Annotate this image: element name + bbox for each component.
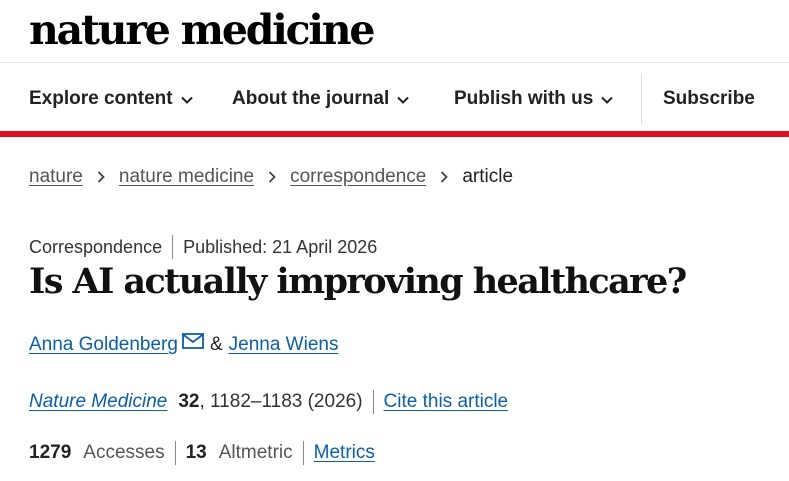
breadcrumb: nature nature medicine correspondence ar… xyxy=(29,164,513,190)
accent-rule xyxy=(0,131,789,137)
breadcrumb-current: article xyxy=(462,166,514,187)
chevron-right-icon xyxy=(97,171,105,183)
altmetric-label: Altmetric xyxy=(218,442,293,463)
chevron-down-icon xyxy=(601,96,614,104)
article-type: Correspondence xyxy=(29,236,163,257)
cite-this-article-link[interactable]: Cite this article xyxy=(384,391,509,413)
breadcrumb-nature-medicine[interactable]: nature medicine xyxy=(119,166,254,188)
nav-publish-with-us[interactable]: Publish with us xyxy=(454,64,614,134)
chevron-down-icon xyxy=(397,96,409,104)
nav-publish-with-us-label: Publish with us xyxy=(454,88,594,109)
author-link-goldenberg[interactable]: Anna Goldenberg xyxy=(29,334,178,356)
accesses-label: Accesses xyxy=(83,442,165,463)
journal-logo[interactable]: nature medicine xyxy=(29,4,375,56)
citation-divider xyxy=(372,390,374,414)
metrics-divider xyxy=(174,441,176,465)
author-link-wiens[interactable]: Jenna Wiens xyxy=(229,334,339,356)
metrics-link[interactable]: Metrics xyxy=(314,442,375,464)
altmetric-count: 13 xyxy=(185,442,207,463)
nav-explore-content-label: Explore content xyxy=(29,88,173,109)
nav-divider xyxy=(641,74,642,124)
metrics-divider xyxy=(302,441,304,465)
volume-number: 32 xyxy=(178,391,200,412)
mail-icon[interactable] xyxy=(182,333,204,349)
author-separator: & xyxy=(209,334,223,355)
article-title: Is AI actually improving healthcare? xyxy=(29,261,687,302)
citation-row: Nature Medicine 32 , 1182–1183 (2026) Ci… xyxy=(29,388,508,416)
chevron-right-icon xyxy=(268,171,276,183)
nav-about-journal[interactable]: About the journal xyxy=(232,64,409,134)
nav-subscribe-label: Subscribe xyxy=(663,88,755,109)
main-nav: Explore content About the journal Publis… xyxy=(0,64,789,134)
metrics-row: 1279 Accesses 13 Altmetric Metrics xyxy=(29,439,375,467)
brand-header: nature medicine xyxy=(0,0,789,63)
breadcrumb-correspondence[interactable]: correspondence xyxy=(290,166,426,188)
nav-subscribe[interactable]: Subscribe xyxy=(663,64,755,134)
author-list: Anna Goldenberg & Jenna Wiens xyxy=(29,332,338,358)
nav-explore-content[interactable]: Explore content xyxy=(29,64,193,134)
published-date: Published: 21 April 2026 xyxy=(183,236,378,257)
journal-link[interactable]: Nature Medicine xyxy=(29,391,167,413)
breadcrumb-nature[interactable]: nature xyxy=(29,166,83,188)
meta-divider xyxy=(172,235,174,259)
accesses-count: 1279 xyxy=(29,442,72,463)
chevron-right-icon xyxy=(441,171,449,183)
chevron-down-icon xyxy=(180,96,193,104)
pages-year: , 1182–1183 (2026) xyxy=(199,391,363,412)
nav-about-journal-label: About the journal xyxy=(232,88,390,109)
article-meta: Correspondence Published: 21 April 2026 xyxy=(29,235,377,259)
